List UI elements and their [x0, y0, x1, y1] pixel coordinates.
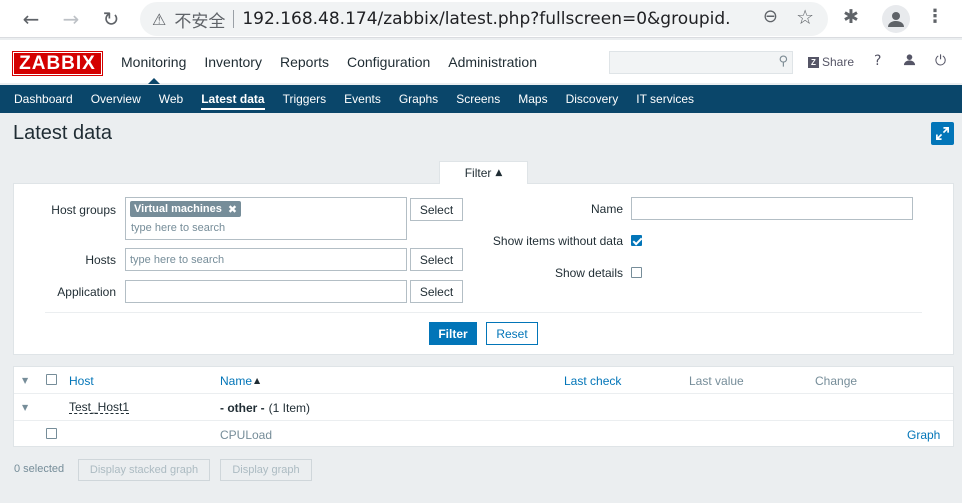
application-input[interactable] [125, 280, 407, 303]
name-label: Name [590, 202, 623, 216]
remove-chip-icon[interactable]: ✖ [228, 203, 237, 216]
item-count: (1 Item) [268, 400, 311, 415]
item-name: CPULoad [220, 427, 273, 442]
host-group-chip-label: Virtual machines [134, 203, 222, 215]
column-header-name-label: Name [220, 373, 253, 388]
omnibox-separator [233, 10, 235, 28]
name-input[interactable] [631, 197, 913, 220]
profile-icon[interactable] [882, 5, 910, 33]
menu-administration[interactable]: Administration [439, 40, 546, 84]
user-profile-icon[interactable] [903, 53, 916, 70]
zabbix-logo[interactable]: ZABBIX [12, 51, 103, 76]
latest-data-table: ▼ Host Name ▲ Last check Last value Chan… [13, 366, 954, 447]
collapse-group-icon[interactable]: ▼ [22, 394, 28, 421]
submenu-discovery[interactable]: Discovery [557, 85, 628, 113]
host-link[interactable]: Test_Host1 [69, 401, 130, 414]
menu-reports[interactable]: Reports [271, 40, 338, 84]
submenu-dashboard[interactable]: Dashboard [5, 85, 82, 113]
search-icon[interactable]: ⚲ [778, 54, 788, 69]
share-label: Share [822, 55, 855, 69]
column-header-last-value: Last value [689, 373, 744, 388]
zabbix-share-icon: Z [808, 56, 819, 68]
application-cell: - other - (1 Item) [220, 394, 310, 421]
expand-all-icon[interactable]: ▼ [22, 367, 28, 394]
host-groups-placeholder[interactable]: type here to search [131, 222, 225, 234]
submenu-triggers[interactable]: Triggers [274, 85, 336, 113]
submenu-graphs[interactable]: Graphs [390, 85, 447, 113]
show-details-label: Show details [554, 266, 623, 280]
selected-count: 0 selected [14, 463, 65, 475]
menu-inventory[interactable]: Inventory [195, 40, 271, 84]
column-header-last-check[interactable]: Last check [564, 367, 621, 394]
collapse-arrow-icon: ▲ [495, 168, 503, 178]
menu-monitoring[interactable]: Monitoring [112, 40, 195, 84]
filter-tab-label: Filter [464, 166, 492, 180]
submenu-latest-data[interactable]: Latest data [192, 85, 273, 113]
help-icon[interactable]: ? [874, 53, 881, 69]
host-groups-select-button[interactable]: Select [410, 198, 463, 221]
application-name: - other - [220, 400, 265, 415]
display-graph-button[interactable]: Display graph [220, 459, 312, 481]
hosts-label: Hosts [85, 253, 116, 267]
filter-button[interactable]: Filter [429, 322, 477, 345]
security-label[interactable]: 不安全 [174, 7, 225, 32]
submenu-it-services[interactable]: IT services [627, 85, 703, 113]
browser-toolbar: ← → ↻ ⚠ 不安全 192.168.48.174/zabbix/latest… [0, 0, 962, 38]
show-items-without-data-checkbox[interactable] [631, 235, 642, 246]
host-groups-label: Host groups [51, 203, 116, 217]
host-group-chip: Virtual machines ✖ [130, 201, 242, 217]
application-select-button[interactable]: Select [410, 280, 463, 303]
column-header-name[interactable]: Name ▲ [220, 367, 260, 394]
kebab-menu-icon[interactable]: ⋮ [926, 6, 944, 27]
zabbix-header: ZABBIX Monitoring Inventory Reports Conf… [0, 40, 962, 84]
address-bar[interactable]: ⚠ 不安全 192.168.48.174/zabbix/latest.php?f… [140, 2, 828, 36]
submenu-screens[interactable]: Screens [447, 85, 509, 113]
back-arrow-icon[interactable]: ← [17, 5, 45, 33]
fullscreen-icon [936, 127, 949, 140]
sign-out-icon[interactable]: ⏻ [935, 53, 946, 69]
sort-asc-icon: ▲ [254, 376, 261, 385]
global-search-input[interactable]: ⚲ [609, 51, 793, 74]
table-row: ▼ Test_Host1 - other - (1 Item) [14, 394, 953, 421]
select-all-checkbox[interactable] [46, 374, 57, 385]
item-checkbox[interactable] [46, 428, 57, 439]
show-details-checkbox[interactable] [631, 267, 642, 278]
hosts-input[interactable] [125, 248, 407, 271]
url-text[interactable]: 192.168.48.174/zabbix/latest.php?fullscr… [242, 9, 732, 29]
menu-configuration[interactable]: Configuration [338, 40, 439, 84]
host-groups-multiselect[interactable]: Virtual machines ✖ type here to search [125, 197, 407, 240]
filter-divider [45, 312, 922, 313]
reset-button[interactable]: Reset [486, 322, 538, 345]
column-header-host[interactable]: Host [69, 367, 94, 394]
host-cell: Test_Host1 [69, 394, 130, 421]
star-icon[interactable]: ☆ [796, 5, 814, 29]
submenu-overview[interactable]: Overview [82, 85, 150, 113]
graph-link[interactable]: Graph [907, 421, 940, 448]
submenu-maps[interactable]: Maps [509, 85, 556, 113]
person-icon [888, 12, 904, 27]
sub-menu: Dashboard Overview Web Latest data Trigg… [0, 85, 962, 113]
forward-arrow-icon[interactable]: → [57, 5, 85, 33]
filter-panel: Host groups Virtual machines ✖ type here… [13, 183, 954, 355]
main-menu: Monitoring Inventory Reports Configurati… [112, 40, 546, 84]
submenu-web[interactable]: Web [150, 85, 192, 113]
column-header-change: Change [815, 373, 858, 388]
filter-tab[interactable]: Filter ▲ [439, 161, 528, 184]
show-items-without-data-label: Show items without data [492, 234, 623, 248]
fullscreen-button[interactable] [931, 122, 954, 145]
share-link[interactable]: Z Share [808, 55, 854, 69]
application-label: Application [57, 285, 116, 299]
display-stacked-graph-button[interactable]: Display stacked graph [78, 459, 210, 481]
page-title: Latest data [13, 122, 112, 144]
puzzle-icon[interactable]: ✱ [843, 6, 859, 28]
hosts-select-button[interactable]: Select [410, 248, 463, 271]
table-row: CPULoad Graph [14, 421, 953, 448]
submenu-events[interactable]: Events [335, 85, 390, 113]
reload-icon[interactable]: ↻ [97, 5, 125, 33]
warning-triangle-icon[interactable]: ⚠ [152, 10, 166, 29]
zoom-out-icon[interactable]: ⊖ [763, 6, 778, 27]
table-header-row: ▼ Host Name ▲ Last check Last value Chan… [14, 367, 953, 394]
